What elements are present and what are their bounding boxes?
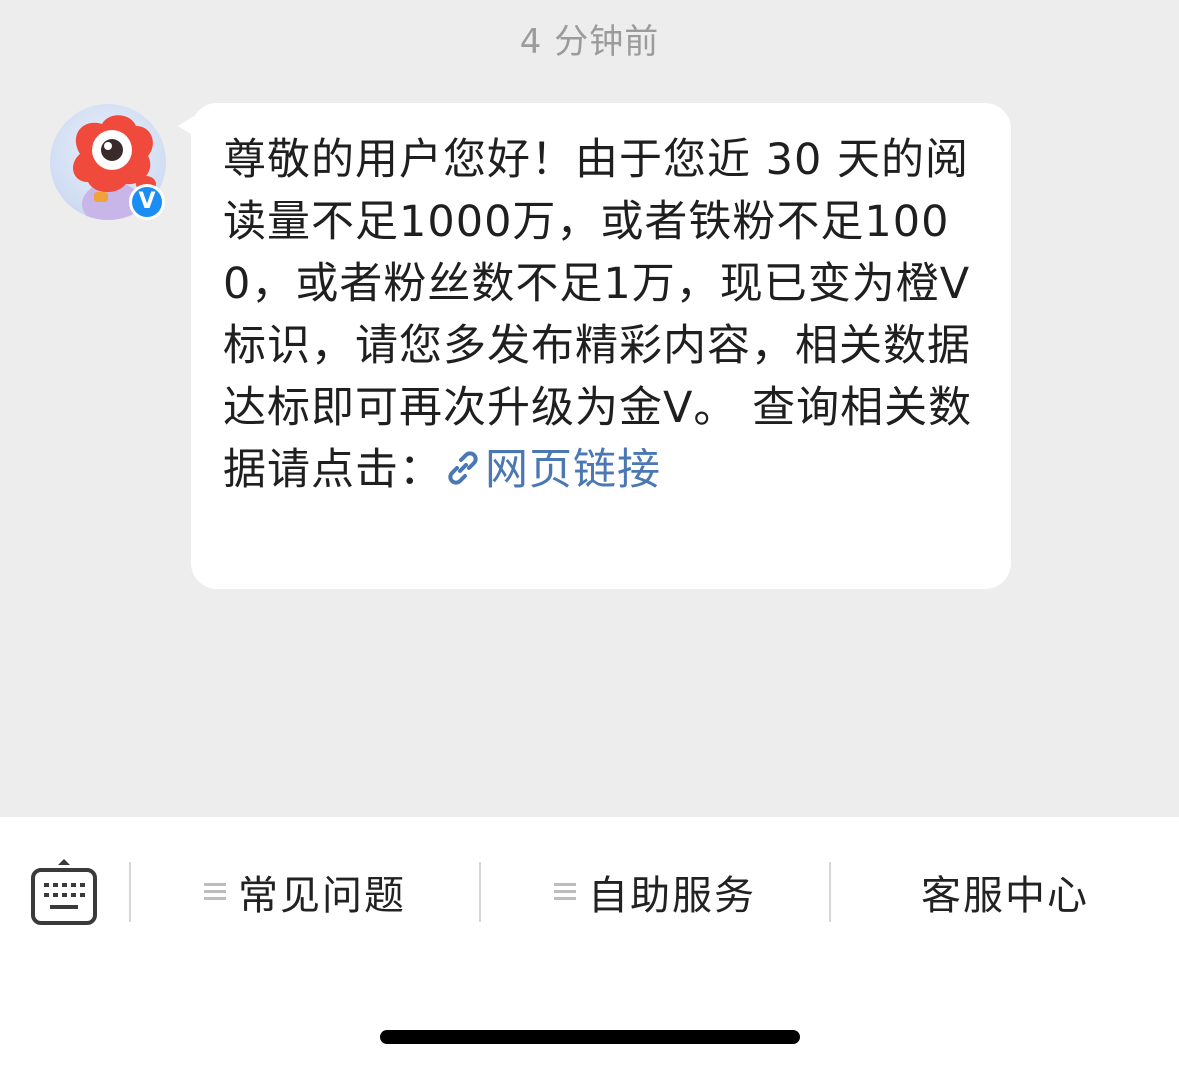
message-timestamp: 4 分钟前 <box>519 22 660 62</box>
message-text: 尊敬的用户您好！由于您近 30 天的阅读量不足1000万，或者铁粉不足1000，… <box>223 129 981 501</box>
faq-button-label: 常见问题 <box>238 873 406 919</box>
home-indicator[interactable] <box>380 1030 800 1044</box>
menu-lines-icon <box>554 882 576 902</box>
web-link-label: 网页链接 <box>485 445 661 495</box>
web-link[interactable]: 网页链接 <box>443 445 661 495</box>
menu-lines-icon <box>204 882 226 902</box>
customer-service-button-label: 客服中心 <box>921 873 1089 919</box>
self-service-button-label: 自助服务 <box>588 873 756 919</box>
faq-button[interactable]: 常见问题 <box>131 862 479 922</box>
link-icon <box>448 451 478 485</box>
chat-area: 4 分钟前 V 尊敬的用户您好！由于您近 30 天的阅读量不足1000万，或者铁… <box>0 0 1179 817</box>
customer-service-button[interactable]: 客服中心 <box>831 862 1179 922</box>
keyboard-toggle-button[interactable] <box>30 857 98 929</box>
self-service-button[interactable]: 自助服务 <box>481 862 829 922</box>
message-body: 尊敬的用户您好！由于您近 30 天的阅读量不足1000万，或者铁粉不足1000，… <box>223 135 973 495</box>
message-bubble: 尊敬的用户您好！由于您近 30 天的阅读量不足1000万，或者铁粉不足1000，… <box>191 103 1011 589</box>
keyboard-icon <box>31 859 97 925</box>
verified-badge-icon: V <box>129 184 165 220</box>
